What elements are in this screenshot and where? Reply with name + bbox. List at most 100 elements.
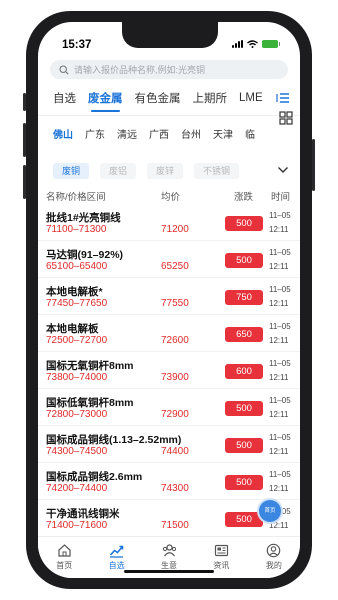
- city-foshan[interactable]: 佛山: [53, 126, 73, 141]
- update-time: 12:11: [269, 336, 289, 345]
- price-range: 71400–71600: [46, 520, 108, 531]
- price-range: 72800–73000: [46, 409, 108, 420]
- update-time: 12:11: [269, 262, 289, 271]
- change-badge: 500: [225, 438, 263, 453]
- price-row[interactable]: 批线1#光亮铜线 71100–71300 71200 500 11–05 12:11: [38, 204, 300, 241]
- update-time: 12:11: [269, 373, 289, 382]
- city-guangdong[interactable]: 广东: [85, 126, 105, 141]
- tab-shfe[interactable]: 上期所: [193, 90, 228, 106]
- update-time: 12:11: [269, 225, 289, 234]
- product-name: 干净通讯线铜米: [46, 508, 120, 520]
- update-time: 12:11: [269, 299, 289, 308]
- average-price: 72600: [161, 335, 189, 346]
- volume-down-button: [23, 165, 26, 199]
- city-taizhou[interactable]: 台州: [181, 126, 201, 141]
- chip-scrap-copper[interactable]: 废铜: [53, 163, 90, 179]
- price-row[interactable]: 马达铜(91–92%) 65100–65400 65250 500 11–05 12:11: [38, 241, 300, 278]
- change-badge: 500: [225, 512, 263, 527]
- product-name: 本地电解板*: [46, 286, 103, 298]
- nav-home[interactable]: 首页: [38, 537, 90, 578]
- wifi-icon: [247, 40, 258, 48]
- tab-lme[interactable]: LME: [239, 92, 263, 104]
- signal-icon: [232, 40, 243, 48]
- column-header-time: 时间: [271, 192, 291, 203]
- mute-switch: [23, 93, 26, 111]
- update-date: 11–05: [269, 248, 291, 257]
- profile-icon: [267, 543, 281, 558]
- update-date: 11–05: [269, 211, 291, 220]
- nav-home-label: 首页: [56, 561, 73, 570]
- price-range: 74200–74400: [46, 483, 108, 494]
- price-range: 65100–65400: [46, 261, 108, 272]
- price-row[interactable]: 国标成品铜线(1.13–2.52mm) 74300–74500 74400 500 11…: [38, 426, 300, 463]
- average-price: 77550: [161, 298, 189, 309]
- price-row[interactable]: 本地电解板 72500–72700 72600 650 11–05 12:11: [38, 315, 300, 352]
- price-range: 73800–74000: [46, 372, 108, 383]
- app-screen: 15:37 自选 废金属 有色金属 上期所 LME 佛山: [38, 22, 300, 578]
- price-row[interactable]: 本地电解板* 77450–77650 77550 750 11–05 12:11: [38, 278, 300, 315]
- chart-icon: [110, 545, 124, 558]
- search-bar[interactable]: [50, 60, 288, 79]
- product-name: 国标成品铜线(1.13–2.52mm): [46, 434, 182, 446]
- city-tianjin[interactable]: 天津: [213, 126, 233, 141]
- change-badge: 750: [225, 290, 263, 305]
- tab-favorites[interactable]: 自选: [53, 90, 76, 106]
- column-header-name: 名称/价格区间: [46, 192, 106, 203]
- product-name: 本地电解板: [46, 323, 99, 335]
- price-range: 77450–77650: [46, 298, 108, 309]
- average-price: 72900: [161, 409, 189, 420]
- average-price: 71200: [161, 224, 189, 235]
- chip-stainless[interactable]: 不锈钢: [194, 163, 240, 179]
- notch: [122, 22, 218, 48]
- update-time: 12:11: [269, 521, 289, 530]
- nav-favorites-label: 自选: [108, 561, 125, 570]
- price-row[interactable]: 国标无氧铜杆8mm 73800–74000 73900 600 11–05 12:11: [38, 352, 300, 389]
- city-qingyuan[interactable]: 清远: [117, 126, 137, 141]
- home-indicator: [124, 570, 214, 573]
- search-icon: [59, 64, 69, 75]
- category-tabs: 自选 废金属 有色金属 上期所 LME: [53, 87, 298, 112]
- change-badge: 500: [225, 216, 263, 231]
- list-menu-icon[interactable]: [276, 92, 290, 104]
- average-price: 74300: [161, 483, 189, 494]
- price-range: 72500–72700: [46, 335, 108, 346]
- change-badge: 600: [225, 364, 263, 379]
- price-row[interactable]: 国标成品铜线2.6mm 74200–74400 74300 500 11–05 12:11: [38, 463, 300, 500]
- average-price: 73900: [161, 372, 189, 383]
- update-date: 11–05: [269, 433, 291, 442]
- home-icon: [58, 544, 71, 557]
- change-badge: 650: [225, 327, 263, 342]
- product-name: 国标成品铜线2.6mm: [46, 471, 143, 483]
- price-list: 批线1#光亮铜线 71100–71300 71200 500 11–05 12:11 马达铜…: [38, 204, 300, 537]
- nav-profile-label: 我的: [265, 561, 282, 570]
- update-time: 12:11: [269, 410, 289, 419]
- people-icon: [162, 544, 176, 557]
- update-date: 11–05: [269, 396, 291, 405]
- chevron-down-icon[interactable]: [277, 165, 289, 175]
- city-guangxi[interactable]: 广西: [149, 126, 169, 141]
- price-row[interactable]: 国标低氧铜杆8mm 72800–73000 72900 500 11–05 12:11: [38, 389, 300, 426]
- city-more[interactable]: 临: [245, 126, 255, 141]
- update-date: 11–05: [269, 359, 291, 368]
- product-name: 马达铜(91–92%): [46, 249, 124, 261]
- update-date: 11–05: [269, 470, 291, 479]
- nav-profile[interactable]: 我的: [248, 537, 300, 578]
- chip-scrap-zinc[interactable]: 废锌: [147, 163, 184, 179]
- tab-nonferrous[interactable]: 有色金属: [135, 90, 181, 106]
- product-name: 批线1#光亮铜线: [46, 212, 121, 224]
- grid-icon[interactable]: [279, 111, 293, 125]
- tab-scrap-metal[interactable]: 废金属: [88, 90, 123, 112]
- column-header-change: 涨跌: [234, 192, 254, 203]
- floating-home-button[interactable]: 首页: [259, 500, 281, 522]
- status-icons: [232, 40, 280, 48]
- divider: [38, 115, 300, 116]
- volume-up-button: [23, 123, 26, 157]
- chip-scrap-aluminum[interactable]: 废铝: [100, 163, 137, 179]
- search-input[interactable]: [74, 64, 274, 75]
- price-range: 74300–74500: [46, 446, 108, 457]
- price-range: 71100–71300: [46, 224, 107, 235]
- change-badge: 500: [225, 475, 263, 490]
- column-header-avg: 均价: [161, 192, 181, 203]
- power-button: [312, 139, 315, 191]
- news-icon: [214, 544, 229, 557]
